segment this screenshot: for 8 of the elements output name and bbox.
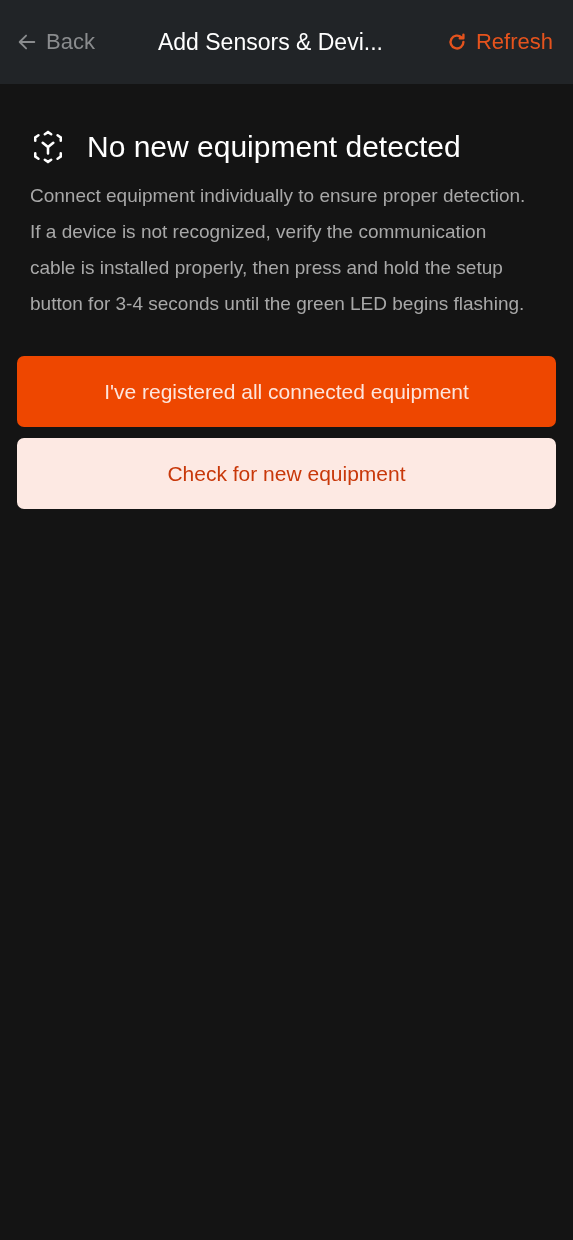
instructions-text: Connect equipment individually to ensure proper detection. If a device is not recognized, verify the communication cable is installed properly, then press and hold the setup button for 3-4 seconds until the green LED begins flashing. — [30, 184, 527, 316]
check-button[interactable]: Check for new equipment — [17, 438, 556, 509]
status-title: No new equipment detected — [87, 130, 461, 164]
screen-title: Add Sensors & Devi... — [157, 28, 383, 56]
confirm-button[interactable]: I've registered all connected equipment — [17, 356, 556, 427]
back-button[interactable]: Back — [16, 29, 95, 55]
device-scan-icon — [31, 130, 65, 164]
refresh-button[interactable]: Refresh — [445, 29, 553, 55]
